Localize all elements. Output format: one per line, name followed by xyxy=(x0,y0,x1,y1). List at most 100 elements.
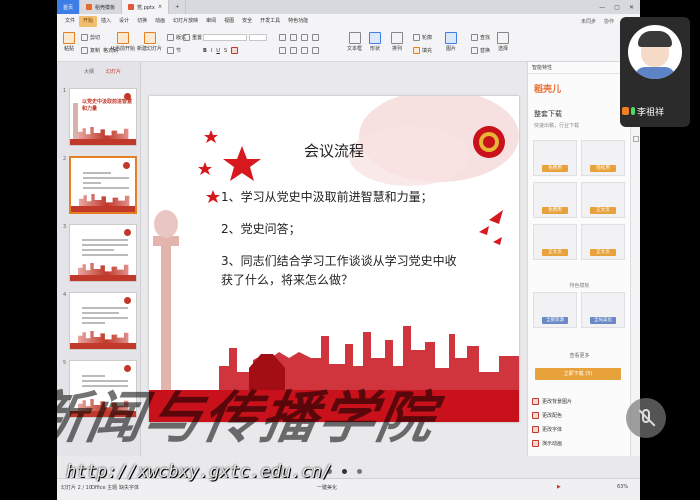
change-color-item[interactable]: 更改配色 xyxy=(532,412,562,419)
section-button[interactable]: 节 xyxy=(167,47,181,54)
change-background-item[interactable]: 更改背景图片 xyxy=(532,398,572,405)
replace-button[interactable]: 替换 xyxy=(471,47,490,54)
thumb-skyline xyxy=(78,127,129,139)
menu-developer[interactable]: 开发工具 xyxy=(256,16,284,27)
font-color-icon[interactable] xyxy=(231,47,239,54)
numbered-list-icon[interactable] xyxy=(290,34,297,41)
align-center-icon[interactable] xyxy=(290,47,297,54)
pane-subheading: 快速出稿，行业下载 xyxy=(534,123,580,129)
see-more-link[interactable]: 查看更多 xyxy=(528,352,631,359)
menu-review[interactable]: 审阅 xyxy=(202,16,220,27)
page-dot[interactable] xyxy=(357,469,362,474)
bullet-list-icon[interactable] xyxy=(279,34,286,41)
justify-icon[interactable] xyxy=(312,47,319,54)
participant-name: 李祖祥 xyxy=(637,107,665,118)
slide-thumbnail-2[interactable] xyxy=(69,156,137,214)
font-family-field[interactable] xyxy=(203,34,247,41)
arrange-button[interactable]: 排列 xyxy=(391,32,403,52)
menu-slideshow[interactable]: 幻灯片放映 xyxy=(169,16,202,27)
reset-icon xyxy=(183,34,190,41)
zoom-level[interactable]: 63% xyxy=(617,484,628,490)
ribbon-toolbar: 粘贴 剪切 复制 格式刷 从当前开始 新建幻灯片 版式 节 重置 BIUS 文本… xyxy=(57,28,640,62)
menu-file[interactable]: 文件 xyxy=(61,16,79,27)
template-card[interactable]: 正文页 xyxy=(533,224,577,260)
change-font-item[interactable]: 更改字体 xyxy=(532,426,562,433)
close-window-icon[interactable]: ✕ xyxy=(629,4,634,11)
section-label: 节 xyxy=(176,48,182,54)
tab-home[interactable]: 首页 xyxy=(57,0,81,14)
page-dot[interactable] xyxy=(342,469,347,474)
template-card[interactable]: 正文页 xyxy=(581,182,625,218)
template-card-label: 轻松用 xyxy=(590,165,616,172)
template-card[interactable]: 正文页 xyxy=(581,224,625,260)
picture-button[interactable]: 图片 xyxy=(445,32,457,52)
play-from-current-button[interactable]: 从当前开始 xyxy=(110,32,135,52)
animation-item[interactable]: 演示动画 xyxy=(532,440,562,447)
slide-thumbnail-4[interactable] xyxy=(69,292,137,350)
slide-thumbnail-3[interactable] xyxy=(69,224,137,282)
beautify-button[interactable]: 一键美化 xyxy=(317,484,337,491)
play-icon[interactable]: ▶ xyxy=(557,484,561,490)
sync-status[interactable]: 未同步 xyxy=(581,18,596,25)
paste-button[interactable]: 粘贴 xyxy=(63,32,75,52)
template-card[interactable]: 免费用 xyxy=(533,140,577,176)
font-family-select[interactable] xyxy=(203,34,267,41)
align-left-icon[interactable] xyxy=(279,47,286,54)
featured-card[interactable]: 全局美化 xyxy=(581,292,625,328)
tab-outline[interactable]: 大纲 xyxy=(84,68,94,75)
agenda-item-2[interactable]: 2、党史问答； xyxy=(221,220,461,239)
indent-icon[interactable] xyxy=(301,34,308,41)
cut-button[interactable]: 剪切 xyxy=(81,34,100,41)
emblem-icon xyxy=(123,162,130,169)
template-card[interactable]: 轻松用 xyxy=(581,140,625,176)
align-right-icon[interactable] xyxy=(301,47,308,54)
line-spacing-icon[interactable] xyxy=(312,34,319,41)
bold-icon[interactable]: B xyxy=(203,48,207,54)
paragraph-group xyxy=(279,34,319,41)
close-icon[interactable]: × xyxy=(158,4,162,10)
maximize-icon[interactable]: ▢ xyxy=(614,4,620,11)
strike-icon[interactable]: S xyxy=(224,48,227,54)
find-button[interactable]: 查找 xyxy=(471,34,490,41)
menu-security[interactable]: 安全 xyxy=(238,16,256,27)
minimize-icon[interactable]: — xyxy=(599,4,605,11)
slide-thumbnail-1[interactable]: 以党史中汲取前进智慧和力量 xyxy=(69,88,137,146)
menu-design[interactable]: 设计 xyxy=(115,16,133,27)
menu-features[interactable]: 特色功能 xyxy=(284,16,312,27)
featured-card[interactable]: 全部资源 xyxy=(533,292,577,328)
collaborate-button[interactable]: 协作 xyxy=(604,18,614,25)
tool-icon[interactable] xyxy=(632,136,639,142)
pane-header: 智能特性× xyxy=(528,62,630,74)
new-tab-button[interactable]: + xyxy=(169,0,187,14)
copy-button[interactable]: 复制 xyxy=(81,47,100,54)
palette-icon xyxy=(532,412,539,419)
menu-home[interactable]: 开始 xyxy=(79,15,98,27)
menu-transition[interactable]: 切换 xyxy=(133,16,151,27)
menu-insert[interactable]: 插入 xyxy=(97,16,115,27)
textbox-button[interactable]: 文本框 xyxy=(347,32,362,52)
tab-document[interactable]: 党.pptx × xyxy=(122,0,170,14)
slide-title[interactable]: 会议流程 xyxy=(149,140,519,161)
download-button[interactable]: 立即下载 (5) xyxy=(535,368,621,380)
tab-slides[interactable]: 幻灯片 xyxy=(106,68,121,75)
template-card[interactable]: 免费用 xyxy=(533,182,577,218)
menu-view[interactable]: 视图 xyxy=(220,16,238,27)
italic-icon[interactable]: I xyxy=(211,48,212,54)
mute-button[interactable] xyxy=(626,398,666,438)
sidebar-tabs: 大纲 幻灯片 xyxy=(57,62,140,75)
tab-templates[interactable]: 稻壳模板 xyxy=(80,0,123,14)
agenda-item-3[interactable]: 3、同志们结合学习工作谈谈从学习党史中收获了什么，将来怎么做？ xyxy=(221,252,461,290)
tab-home-label: 首页 xyxy=(63,4,74,11)
agenda-item-1[interactable]: 1、学习从党史中汲取前进智慧和力量； xyxy=(221,188,461,207)
reset-button[interactable]: 重置 xyxy=(183,34,202,41)
underline-icon[interactable]: U xyxy=(216,48,220,54)
menu-animation[interactable]: 动画 xyxy=(151,16,169,27)
new-slide-button[interactable]: 新建幻灯片 xyxy=(137,32,162,52)
fill-button[interactable]: 填充 xyxy=(413,47,432,54)
outline-button[interactable]: 轮廓 xyxy=(413,34,432,41)
thumb-red-bar xyxy=(71,206,135,212)
select-button[interactable]: 选择 xyxy=(497,32,509,52)
missing-font[interactable]: 缺失字体 xyxy=(119,484,139,491)
font-size-field[interactable] xyxy=(249,34,267,41)
shape-button[interactable]: 形状 xyxy=(369,32,381,52)
